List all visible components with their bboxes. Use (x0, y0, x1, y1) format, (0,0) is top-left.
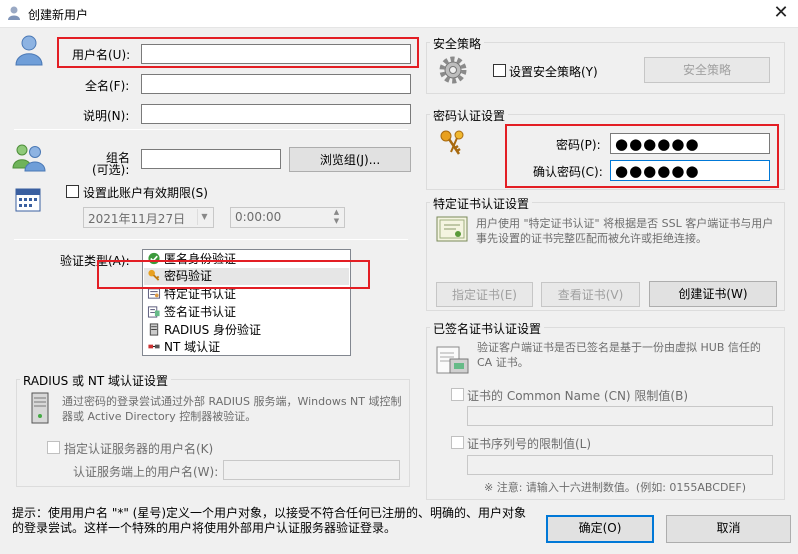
fullname-label: 全名(F): (85, 79, 130, 93)
hex-note: ※ 注意: 请输入十六进制数值。(例如: 0155ABCDEF) (484, 481, 747, 494)
window-title: 创建新用户 (28, 8, 89, 22)
username-label: 用户名(U): (72, 48, 131, 62)
password-label: 密码(P): (556, 138, 601, 152)
certificate-icon (436, 216, 468, 242)
signed-certificate-icon (436, 346, 469, 374)
security-policy-checkbox[interactable] (493, 64, 506, 77)
signed-cert-description: 验证客户端证书是否已签名是基于一份由虚拟 HUB 信任的 CA 证书。 (477, 341, 761, 369)
cn-limit-input[interactable] (467, 406, 773, 426)
signed-certificate-icon (147, 306, 160, 318)
auth-option-radius[interactable]: RADIUS 身份验证 (147, 322, 261, 339)
user-icon (15, 35, 43, 66)
serial-limit-label: 证书序列号的限制值(L) (467, 437, 592, 451)
confirm-password-input[interactable]: ●●●●●● (610, 160, 770, 181)
server-icon (31, 392, 49, 424)
browse-group-button[interactable]: 浏览组(J)... (289, 147, 411, 172)
server-icon (149, 323, 159, 336)
expire-checkbox-label: 设置此账户有效期限(S) (83, 186, 208, 200)
group-icon (12, 144, 46, 172)
radius-group-title: RADIUS 或 NT 域认证设置 (20, 372, 171, 389)
expire-date-picker[interactable]: 2021年11月27日 ▼ (83, 207, 214, 228)
description-input[interactable] (141, 104, 411, 124)
signed-cert-group-title: 已签名证书认证设置 (430, 320, 545, 337)
divider (14, 239, 408, 240)
keys-icon (440, 130, 464, 155)
specific-cert-group-title: 特定证书认证设置 (430, 195, 533, 212)
view-cert-button[interactable]: 查看证书(V) (541, 282, 640, 307)
password-group-title: 密码认证设置 (430, 107, 509, 124)
expire-time-value: 0:00:00 (235, 210, 282, 224)
fullname-input[interactable] (141, 74, 411, 94)
expire-date-value: 2021年11月27日 (88, 212, 186, 226)
description-label: 说明(N): (83, 109, 130, 123)
security-policy-checkbox-label: 设置安全策略(Y) (509, 65, 598, 79)
serial-limit-checkbox[interactable] (451, 436, 464, 449)
group-label-line2: (可选): (92, 163, 130, 177)
title-bar: 创建新用户 ✕ (0, 0, 798, 28)
create-cert-button[interactable]: 创建证书(W) (649, 281, 777, 307)
network-icon (148, 344, 160, 349)
specify-server-user-checkbox[interactable] (47, 441, 60, 454)
user-app-icon (8, 6, 20, 20)
hint-text: 提示：使用用户名 "*" (星号)定义一个用户对象，以接受不符合任何已注册的、明… (12, 506, 527, 535)
server-user-label: 认证服务端上的用户名(W): (73, 465, 219, 479)
specify-server-user-label: 指定认证服务器的用户名(K) (64, 442, 214, 456)
close-button[interactable]: ✕ (768, 2, 794, 24)
cancel-button[interactable]: 取消 (666, 515, 791, 543)
ok-button[interactable]: 确定(O) (546, 515, 654, 543)
cn-limit-checkbox[interactable] (451, 388, 464, 401)
calendar-icon (15, 188, 41, 212)
security-group-title: 安全策略 (430, 35, 485, 52)
confirm-password-label: 确认密码(C): (533, 165, 603, 179)
radius-description: 通过密码的登录尝试通过外部 RADIUS 服务端，Windows NT 域控制器… (62, 395, 402, 423)
expire-checkbox[interactable] (66, 185, 79, 198)
specify-cert-button[interactable]: 指定证书(E) (436, 282, 533, 307)
password-input[interactable]: ●●●●●● (610, 133, 770, 154)
server-user-input[interactable] (223, 460, 400, 480)
password-auth-highlight (97, 260, 370, 289)
username-input[interactable] (141, 44, 411, 64)
spinner-arrows-icon[interactable]: ▲ ▼ (330, 208, 343, 226)
divider (14, 129, 408, 130)
auth-option-nt-domain[interactable]: NT 域认证 (147, 339, 220, 356)
group-input[interactable] (141, 149, 281, 169)
serial-limit-input[interactable] (467, 455, 773, 475)
cn-limit-label: 证书的 Common Name (CN) 限制值(B) (467, 389, 689, 403)
chevron-down-icon[interactable]: ▼ (197, 209, 211, 225)
expire-time-spinner[interactable]: 0:00:00 ▲ ▼ (230, 207, 345, 228)
auth-option-signed-cert[interactable]: 签名证书认证 (147, 304, 236, 321)
security-policy-button[interactable]: 安全策略 (644, 57, 770, 83)
gear-icon (439, 56, 467, 84)
specific-cert-description: 用户使用 "特定证书认证" 将根据是否 SSL 客户端证书与用户事先设置的证书完… (476, 217, 774, 245)
